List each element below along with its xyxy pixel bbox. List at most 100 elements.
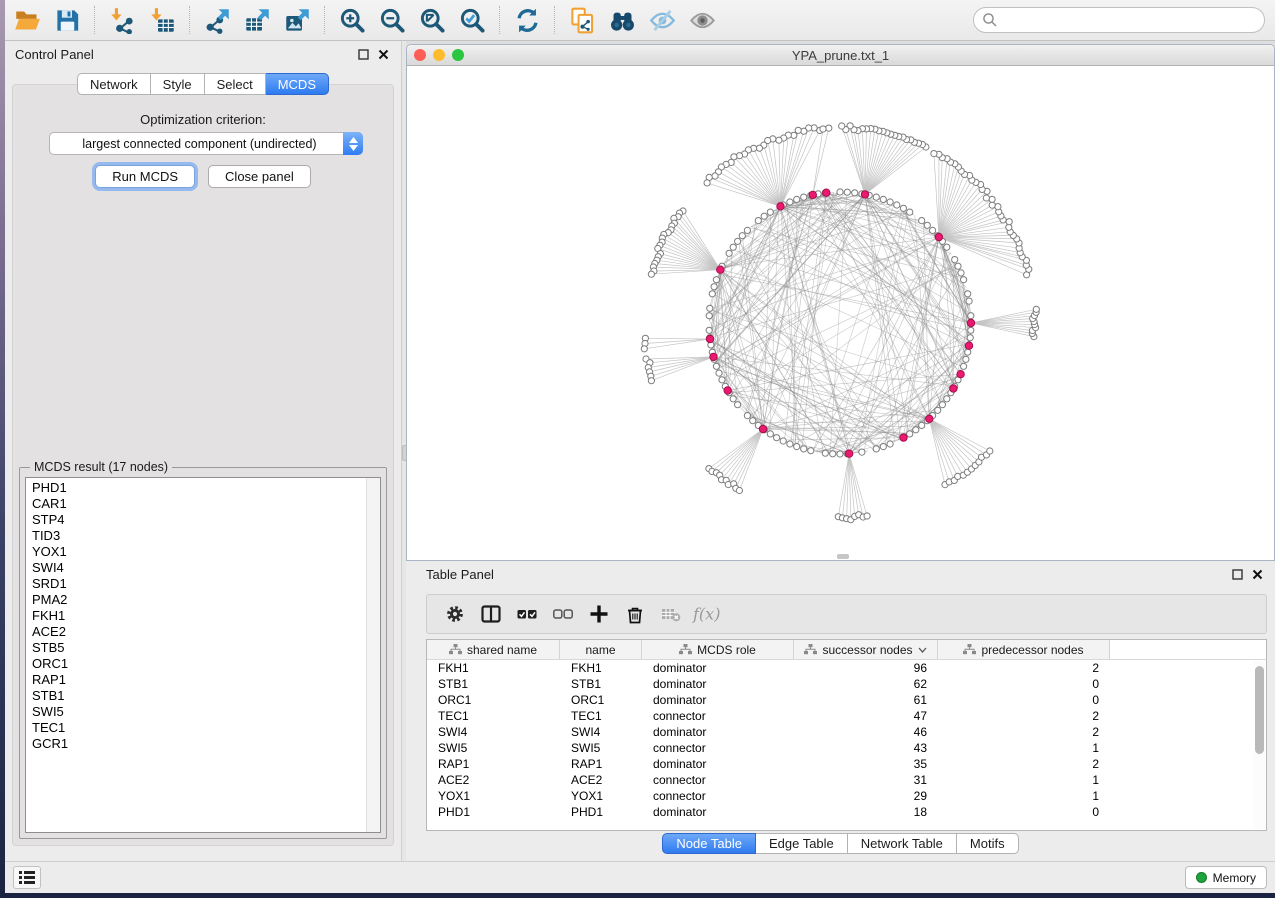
cell-predecessors: 0	[938, 692, 1110, 708]
column-layout-button[interactable]	[473, 598, 509, 630]
tab-network-table[interactable]: Network Table	[848, 833, 957, 854]
table-row[interactable]: TEC1TEC1connector472	[427, 708, 1266, 724]
cell-successors: 62	[794, 676, 938, 692]
save-icon	[54, 7, 81, 34]
search-input[interactable]	[973, 7, 1265, 33]
columns-icon	[481, 604, 501, 624]
zoom-fit-button[interactable]	[412, 3, 452, 37]
table-row[interactable]: FKH1FKH1dominator962	[427, 660, 1266, 676]
export-table-button[interactable]	[237, 3, 277, 37]
add-row-button[interactable]	[581, 598, 617, 630]
table-row[interactable]: SWI5SWI5connector431	[427, 740, 1266, 756]
table-vscrollbar-thumb[interactable]	[1255, 666, 1264, 754]
run-mcds-button[interactable]: Run MCDS	[95, 165, 195, 188]
mcds-result-title: MCDS result (17 nodes)	[30, 460, 172, 474]
tab-motifs[interactable]: Motifs	[957, 833, 1019, 854]
mcds-result-item[interactable]: TEC1	[26, 720, 380, 736]
cell-name: RAP1	[560, 756, 642, 772]
column-header-shared-name[interactable]: shared name	[427, 640, 560, 659]
mcds-result-group: MCDS result (17 nodes) PHD1CAR1STP4TID3Y…	[19, 467, 387, 839]
open-file-button[interactable]	[7, 3, 47, 37]
column-label: shared name	[467, 643, 537, 657]
cell-shared_name: ACE2	[427, 772, 560, 788]
find-button[interactable]	[602, 3, 642, 37]
table-row[interactable]: RAP1RAP1dominator352	[427, 756, 1266, 772]
table-row[interactable]: ORC1ORC1dominator610	[427, 692, 1266, 708]
cell-successors: 61	[794, 692, 938, 708]
eye-slash-icon	[649, 7, 676, 34]
mcds-result-item[interactable]: PMA2	[26, 592, 380, 608]
mcds-result-item[interactable]: ORC1	[26, 656, 380, 672]
copy-network-button[interactable]	[562, 3, 602, 37]
cell-shared_name: RAP1	[427, 756, 560, 772]
column-header-predecessor-nodes[interactable]: predecessor nodes	[938, 640, 1110, 659]
select-all-button[interactable]	[509, 598, 545, 630]
export-network-button[interactable]	[197, 3, 237, 37]
mcds-result-item[interactable]: STB5	[26, 640, 380, 656]
tab-node-table[interactable]: Node Table	[662, 833, 756, 854]
export-image-button[interactable]	[277, 3, 317, 37]
table-row[interactable]: STB1STB1dominator620	[427, 676, 1266, 692]
show-panels-button[interactable]	[13, 866, 41, 889]
tab-edge-table[interactable]: Edge Table	[756, 833, 848, 854]
memory-button[interactable]: Memory	[1185, 866, 1267, 889]
mcds-result-list[interactable]: PHD1CAR1STP4TID3YOX1SWI4SRD1PMA2FKH1ACE2…	[25, 477, 381, 833]
column-header-name[interactable]: name	[560, 640, 642, 659]
tab-mcds[interactable]: MCDS	[266, 73, 329, 95]
mcds-result-item[interactable]: STB1	[26, 688, 380, 704]
show-all-button[interactable]	[682, 3, 722, 37]
tab-select[interactable]: Select	[205, 73, 266, 95]
zoom-out-button[interactable]	[372, 3, 412, 37]
close-table-panel-icon[interactable]	[1251, 568, 1263, 580]
delete-row-button[interactable]	[617, 598, 653, 630]
mcds-result-item[interactable]: STP4	[26, 512, 380, 528]
close-panel-icon[interactable]	[377, 48, 389, 60]
column-header-successor-nodes[interactable]: successor nodes	[794, 640, 938, 659]
float-table-panel-icon[interactable]	[1231, 568, 1243, 580]
column-label: name	[585, 643, 615, 657]
mcds-result-item[interactable]: CAR1	[26, 496, 380, 512]
tab-style[interactable]: Style	[151, 73, 205, 95]
optimization-criterion-select[interactable]: largest connected component (undirected)	[49, 132, 363, 155]
unselect-all-button[interactable]	[545, 598, 581, 630]
table-row[interactable]: SWI4SWI4dominator462	[427, 724, 1266, 740]
refresh-button[interactable]	[507, 3, 547, 37]
mcds-result-item[interactable]: ACE2	[26, 624, 380, 640]
column-header-MCDS-role[interactable]: MCDS role	[642, 640, 794, 659]
tab-network[interactable]: Network	[77, 73, 151, 95]
save-session-button[interactable]	[47, 3, 87, 37]
mcds-result-item[interactable]: GCR1	[26, 736, 380, 752]
cell-successors: 96	[794, 660, 938, 676]
hide-unselected-button[interactable]	[642, 3, 682, 37]
mcds-result-item[interactable]: YOX1	[26, 544, 380, 560]
mcds-result-item[interactable]: PHD1	[26, 480, 380, 496]
table-settings-button[interactable]	[437, 598, 473, 630]
cell-predecessors: 2	[938, 756, 1110, 772]
network-graph[interactable]	[407, 66, 1274, 560]
mcds-result-item[interactable]: SWI5	[26, 704, 380, 720]
float-panel-icon[interactable]	[357, 48, 369, 60]
zoom-selected-button[interactable]	[452, 3, 492, 37]
cell-successors: 43	[794, 740, 938, 756]
table-vscrollbar[interactable]	[1254, 661, 1265, 829]
mcds-result-item[interactable]: TID3	[26, 528, 380, 544]
zoom-in-button[interactable]	[332, 3, 372, 37]
cell-shared_name: TEC1	[427, 708, 560, 724]
network-canvas[interactable]	[407, 66, 1274, 560]
import-network-button[interactable]	[102, 3, 142, 37]
mcds-result-item[interactable]: RAP1	[26, 672, 380, 688]
table-row[interactable]: PHD1PHD1dominator180	[427, 804, 1266, 820]
mcds-result-item[interactable]: SRD1	[26, 576, 380, 592]
toolbar-divider	[189, 6, 190, 34]
toolbar-divider	[554, 6, 555, 34]
network-hscrollbar-thumb[interactable]	[837, 554, 849, 559]
delete-table-icon	[661, 604, 681, 624]
mcds-result-item[interactable]: FKH1	[26, 608, 380, 624]
mcds-result-item[interactable]: SWI4	[26, 560, 380, 576]
import-table-button[interactable]	[142, 3, 182, 37]
table-row[interactable]: ACE2ACE2connector311	[427, 772, 1266, 788]
gear-icon	[445, 604, 465, 624]
close-panel-button[interactable]: Close panel	[208, 165, 311, 188]
table-row[interactable]: YOX1YOX1connector291	[427, 788, 1266, 804]
mcds-list-scrollbar[interactable]	[366, 478, 380, 832]
